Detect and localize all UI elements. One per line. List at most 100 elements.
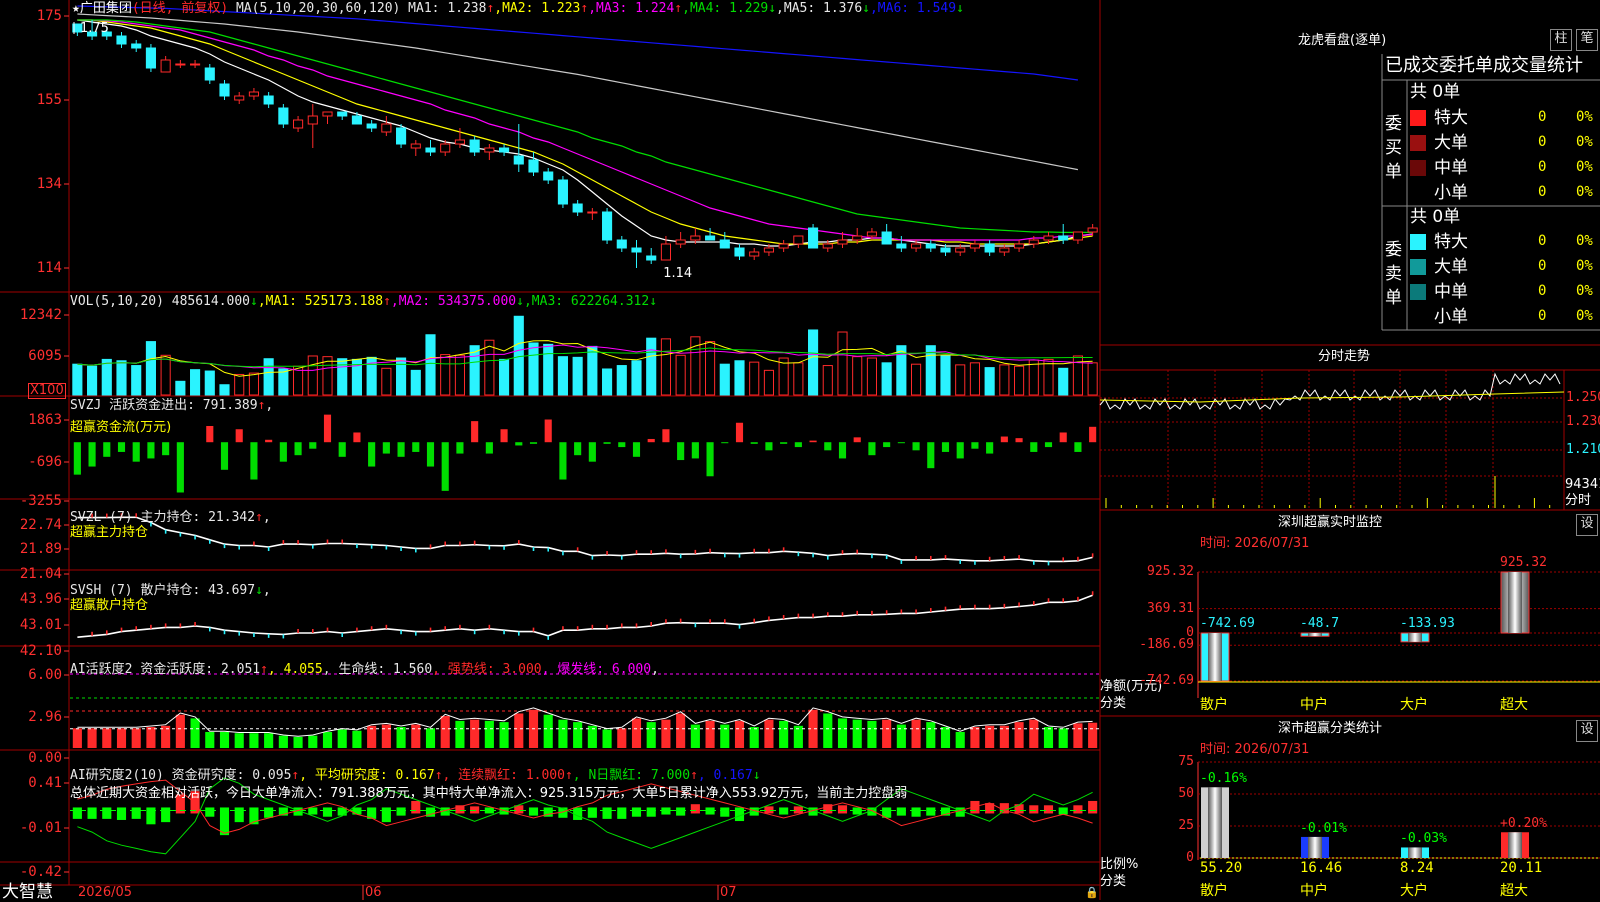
active-bar: [337, 729, 347, 748]
header-segment: ,: [262, 583, 271, 598]
header-segment: ↓: [250, 294, 258, 309]
research-bar: [587, 807, 597, 818]
active-bar: [1043, 727, 1054, 748]
research-bar: [396, 807, 406, 816]
flow-bar: [647, 438, 655, 443]
active-bar: [234, 733, 244, 748]
volume-bar: [793, 362, 804, 396]
header-segment: ↓: [649, 294, 658, 309]
tab-volume-statistics[interactable]: 成交量统计: [1493, 56, 1583, 76]
bar-mode-button[interactable]: 柱: [1550, 29, 1572, 51]
price-panel-header: ★广田集团(日线, 前复权) MA(5,10,20,30,60,120) MA1…: [72, 1, 964, 16]
flow-bar: [735, 422, 744, 443]
class-bar-highlight: [1408, 847, 1422, 858]
main-chart-canvas[interactable]: [0, 0, 1600, 900]
svzl-tick-label: 21.04: [19, 566, 62, 582]
buy-row-name: 大单: [1434, 133, 1468, 153]
research-tick-label: 0.41: [28, 775, 62, 791]
active-bar: [205, 731, 215, 748]
candle: [984, 243, 995, 253]
research-bar: [705, 807, 715, 815]
volume-bar: [1014, 365, 1025, 396]
candle: [175, 63, 186, 66]
header-segment: , 0.167: [697, 768, 753, 783]
flow-bar: [603, 442, 611, 444]
active-bar: [322, 731, 333, 748]
pen-mode-button[interactable]: 笔: [1576, 29, 1598, 51]
class-bar-highlight: [1308, 836, 1322, 858]
research-bar: [161, 807, 171, 823]
candle: [660, 243, 671, 261]
research-bar: [1043, 805, 1054, 814]
flow-bar: [853, 437, 861, 443]
monitor-category-label: 超大: [1500, 697, 1528, 713]
flow-bar: [544, 419, 552, 443]
active-bar: [131, 728, 141, 748]
vol-panel-header: VOL(5,10,20) 485614.000↓,MA1: 525173.188…: [70, 294, 657, 309]
flow-bar: [206, 425, 214, 443]
active-bar: [1073, 723, 1083, 748]
volume-bar: [190, 369, 201, 396]
flow-bar: [1030, 442, 1038, 452]
flow-bar: [1074, 442, 1082, 452]
candle: [822, 243, 833, 249]
candle: [454, 139, 465, 145]
intraday-title: 分时走势: [1318, 349, 1371, 364]
favorite-star-icon[interactable]: ★: [72, 1, 80, 16]
header-segment: SVZJ 活跃资金进出: 791.389: [70, 398, 258, 413]
tab-filled-orders[interactable]: 已成交: [1385, 56, 1439, 76]
research-bar: [234, 807, 244, 823]
class-change-label: -0.01%: [1300, 820, 1347, 836]
active-bar: [617, 728, 627, 748]
active-tick-label: 6.00: [28, 667, 62, 683]
header-segment: ,: [262, 510, 271, 525]
price-tick-label: 155: [36, 92, 62, 108]
research-bar: [470, 806, 480, 814]
active-bar: [970, 727, 980, 748]
flow-bar: [927, 442, 935, 469]
header-segment: MA1: 1.238: [400, 1, 487, 16]
candle: [513, 155, 524, 165]
candle: [410, 143, 421, 149]
candle: [204, 67, 215, 81]
candle: [646, 255, 657, 261]
tab-pending-orders[interactable]: 委托单: [1439, 56, 1493, 76]
volume-bar: [425, 334, 436, 396]
sz-monitor-settings-button[interactable]: 设: [1576, 514, 1598, 536]
candle: [234, 95, 245, 101]
class-value-label: 16.46: [1300, 860, 1343, 876]
research-bar: [1014, 804, 1024, 814]
flow-bar: [618, 442, 626, 448]
flow-bar: [426, 442, 435, 467]
candle: [499, 147, 510, 153]
active-bar: [852, 719, 862, 748]
candle: [1043, 235, 1054, 241]
intraday-tick: 1.250: [1566, 390, 1600, 405]
sz-class-settings-button[interactable]: 设: [1576, 720, 1598, 742]
candle: [690, 235, 701, 241]
lock-icon[interactable]: 🔒: [1085, 886, 1099, 900]
monitor-bar-highlight: [1508, 572, 1522, 633]
low-price-label: 1.14: [663, 266, 693, 281]
volume-bar: [513, 315, 524, 396]
volume-bar: [881, 362, 892, 396]
buy-row-name: 特大: [1434, 108, 1468, 128]
active-bar: [308, 735, 318, 748]
active-bar: [690, 724, 700, 748]
active-bar: [676, 713, 686, 748]
sz-class-time: 时间: 2026/07/31: [1200, 742, 1310, 757]
flow-bar: [485, 442, 493, 454]
research-bar: [896, 807, 906, 816]
candle: [396, 127, 407, 145]
class-category-label: 超大: [1500, 883, 1528, 899]
flow-bar: [883, 442, 891, 448]
research-bar: [631, 807, 642, 817]
candle: [1058, 235, 1069, 241]
research-bar: [617, 807, 627, 819]
volume-bar: [1028, 359, 1039, 396]
flow-bar: [132, 442, 140, 462]
active-bar: [102, 728, 112, 748]
research-bar: [676, 807, 686, 816]
flow-bar: [265, 439, 273, 443]
period-mode[interactable]: (日线, 前复权): [132, 1, 228, 16]
